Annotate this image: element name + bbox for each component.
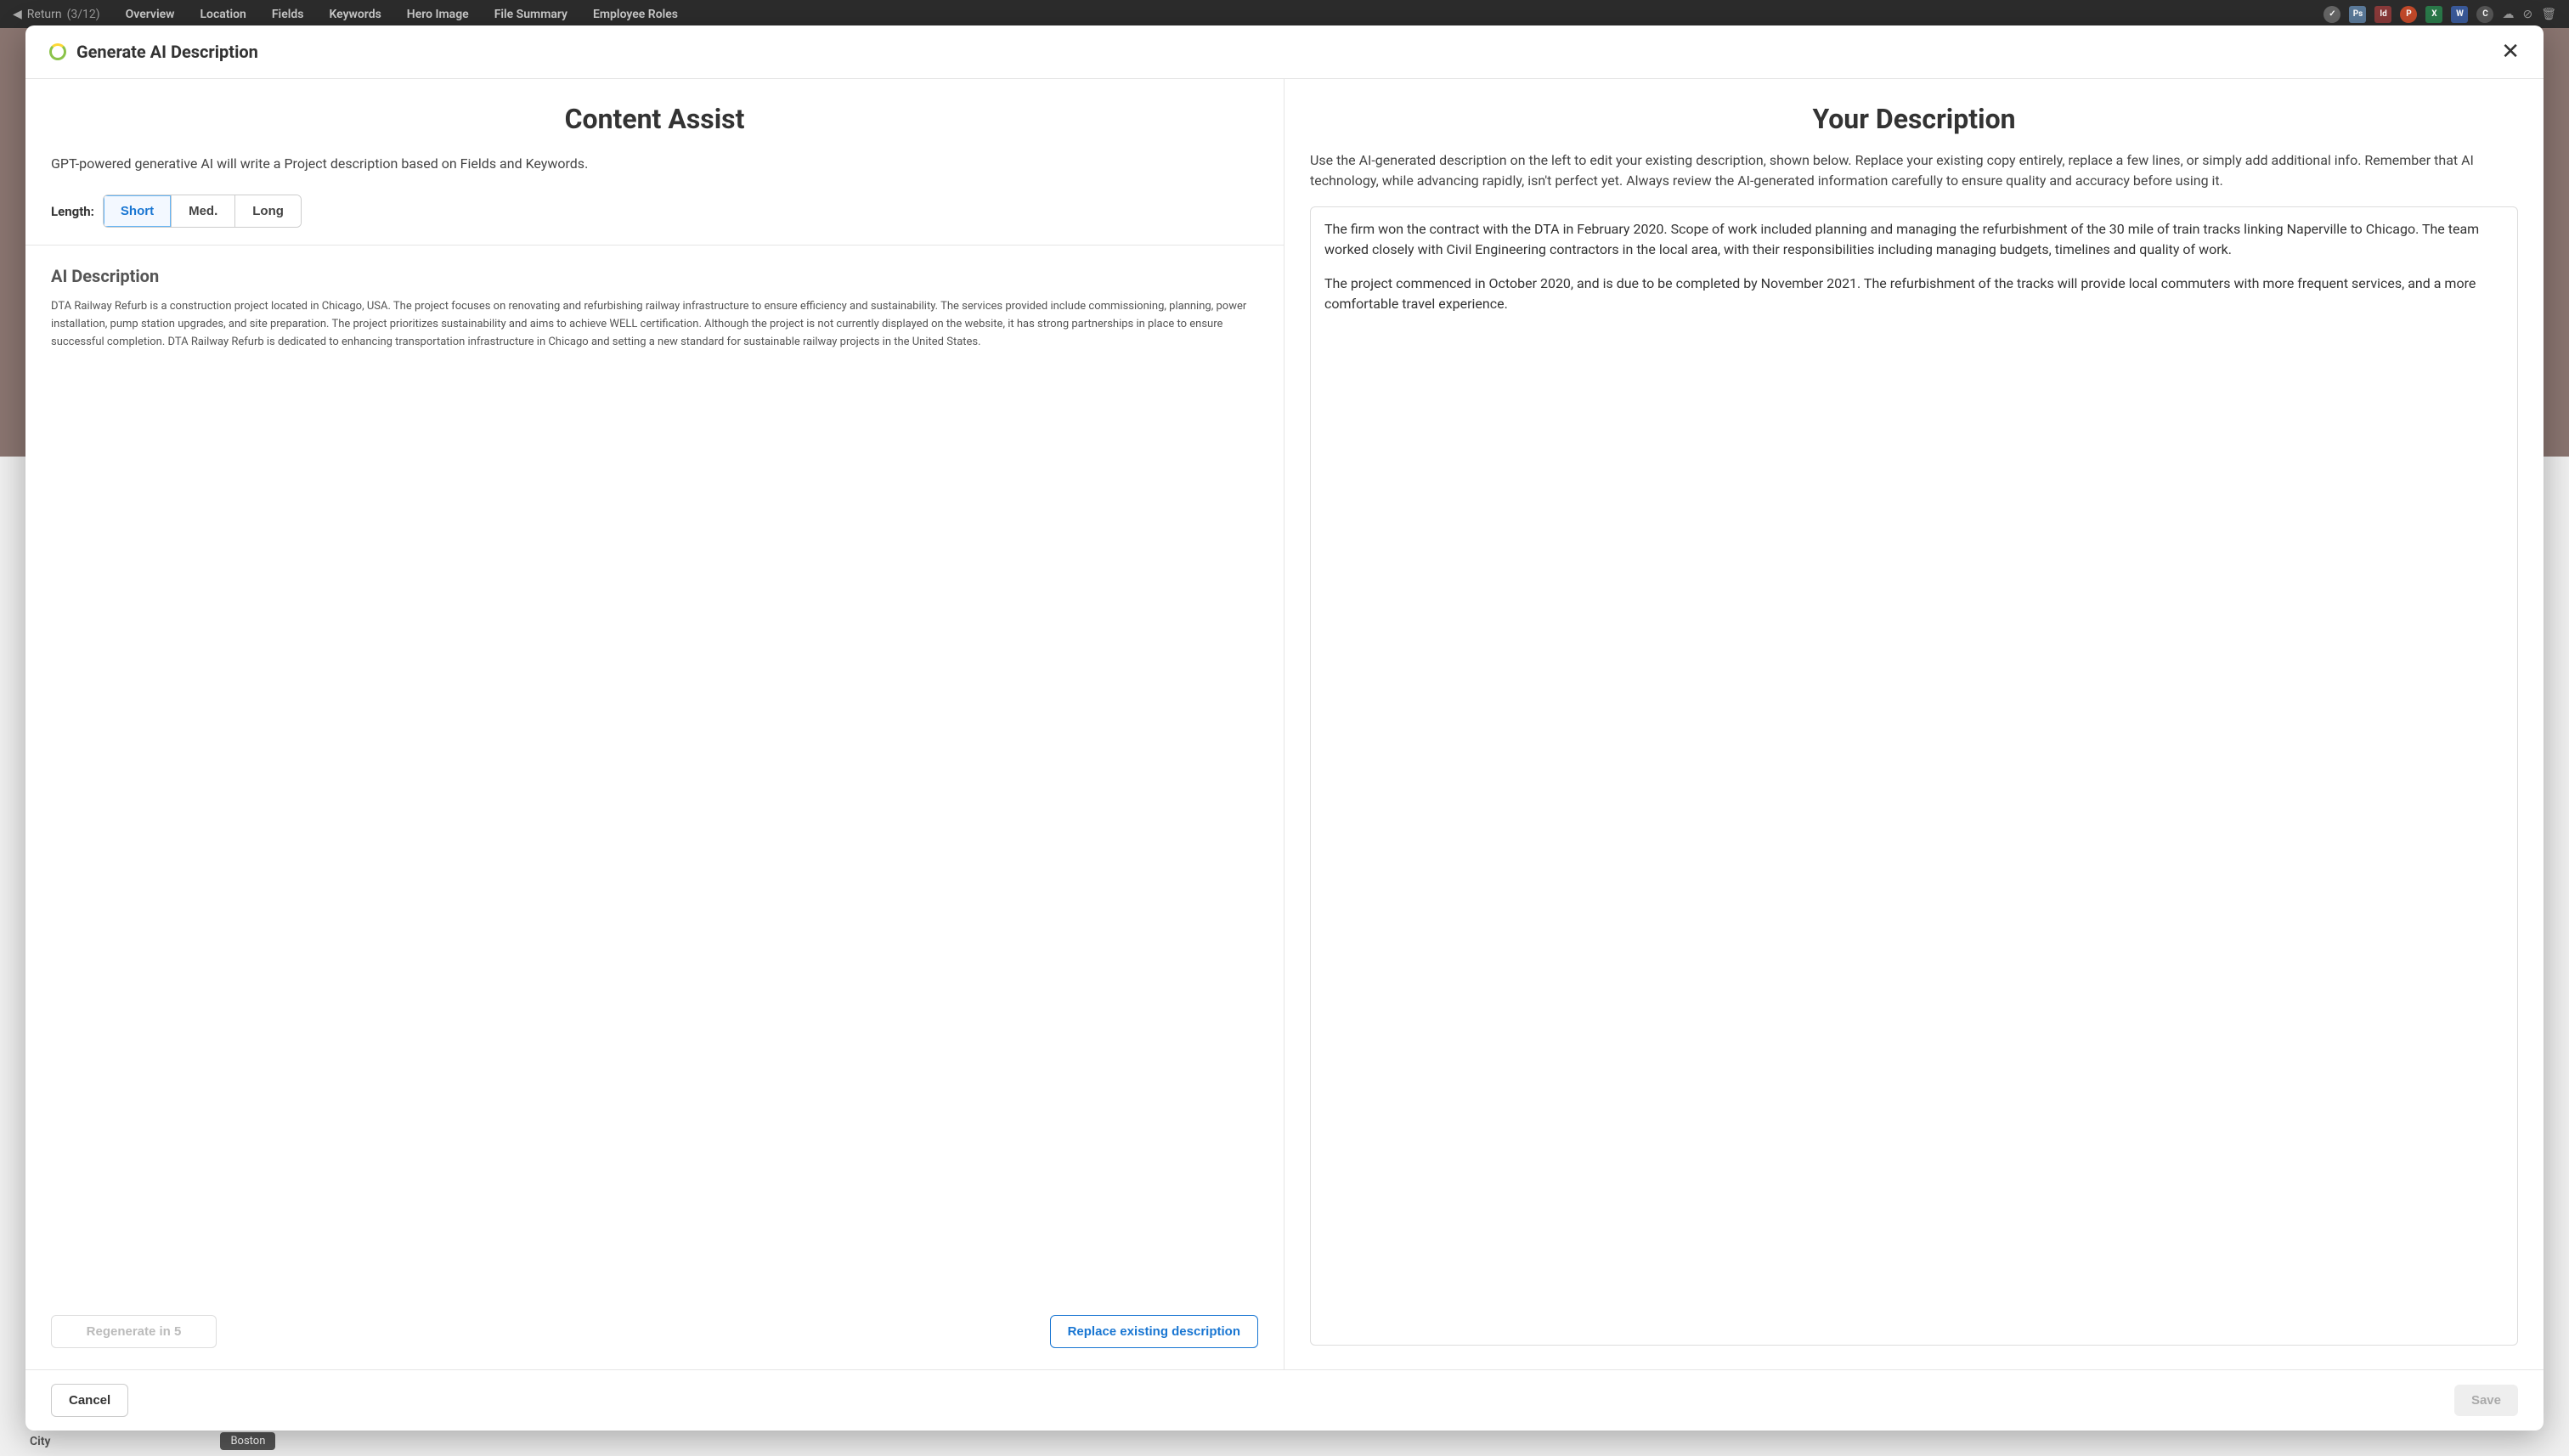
- tab-file-summary[interactable]: File Summary: [494, 8, 567, 21]
- word-icon[interactable]: W: [2451, 6, 2468, 23]
- return-link[interactable]: ◀ Return (3/12): [13, 8, 100, 21]
- background-city-row: City Boston: [0, 1426, 2569, 1456]
- your-description-heading: Your Description: [1310, 103, 2518, 135]
- length-med-button[interactable]: Med.: [172, 195, 235, 227]
- ai-description-section: AI Description DTA Railway Refurb is a c…: [25, 245, 1284, 1315]
- content-assist-heading: Content Assist: [51, 103, 1258, 135]
- tab-overview[interactable]: Overview: [126, 8, 175, 21]
- city-tag: Boston: [220, 1432, 275, 1450]
- your-description-instructions: Use the AI-generated description on the …: [1310, 150, 2518, 191]
- check-icon[interactable]: ✓: [2323, 6, 2340, 23]
- top-bar: ◀ Return (3/12) Overview Location Fields…: [0, 0, 2569, 28]
- left-panel: Content Assist GPT-powered generative AI…: [25, 79, 1284, 1369]
- right-panel: Your Description Use the AI-generated de…: [1284, 79, 2544, 1369]
- tab-hero-image[interactable]: Hero Image: [407, 8, 469, 21]
- description-paragraph-2: The project commenced in October 2020, a…: [1324, 274, 2504, 314]
- ban-icon[interactable]: ⊘: [2522, 8, 2532, 21]
- tab-keywords[interactable]: Keywords: [329, 8, 381, 21]
- return-arrow-icon: ◀: [13, 8, 22, 21]
- length-short-button[interactable]: Short: [104, 195, 172, 227]
- trash-icon[interactable]: 🗑: [2541, 8, 2556, 21]
- modal-title: Generate AI Description: [76, 42, 258, 62]
- length-row: Length: Short Med. Long: [51, 195, 1258, 228]
- cancel-button[interactable]: Cancel: [51, 1384, 128, 1417]
- modal-footer: Cancel Save: [25, 1369, 2544, 1431]
- close-icon[interactable]: ✕: [2501, 41, 2520, 63]
- length-label: Length:: [51, 204, 94, 219]
- app-logo-icon: [49, 43, 66, 60]
- circle-c-icon[interactable]: C: [2476, 6, 2493, 23]
- tab-employee-roles[interactable]: Employee Roles: [593, 8, 678, 21]
- photoshop-icon[interactable]: Ps: [2349, 6, 2366, 23]
- description-textarea[interactable]: The firm won the contract with the DTA i…: [1310, 206, 2518, 1346]
- modal-header: Generate AI Description ✕: [25, 25, 2544, 79]
- excel-icon[interactable]: X: [2425, 6, 2442, 23]
- content-assist-subtext: GPT-powered generative AI will write a P…: [51, 154, 1258, 174]
- powerpoint-icon[interactable]: P: [2400, 6, 2417, 23]
- modal-body: Content Assist GPT-powered generative AI…: [25, 79, 2544, 1369]
- nav-tabs: Overview Location Fields Keywords Hero I…: [126, 8, 678, 21]
- save-button: Save: [2454, 1385, 2518, 1416]
- length-long-button[interactable]: Long: [235, 195, 301, 227]
- tab-fields[interactable]: Fields: [272, 8, 304, 21]
- regenerate-button: Regenerate in 5: [51, 1315, 217, 1348]
- content-assist-header: Content Assist GPT-powered generative AI…: [25, 79, 1284, 245]
- tab-location[interactable]: Location: [200, 8, 246, 21]
- return-label: Return: [27, 8, 62, 21]
- return-count: (3/12): [67, 8, 100, 21]
- indesign-icon[interactable]: Id: [2374, 6, 2391, 23]
- top-bar-icons: ✓ Ps Id P X W C ☁ ⊘ 🗑: [2323, 6, 2556, 23]
- replace-description-button[interactable]: Replace existing description: [1050, 1315, 1258, 1348]
- city-label: City: [30, 1435, 50, 1448]
- ai-description-title: AI Description: [51, 266, 1258, 286]
- cloud-upload-icon[interactable]: ☁: [2502, 8, 2514, 21]
- description-paragraph-1: The firm won the contract with the DTA i…: [1324, 219, 2504, 260]
- left-footer: Regenerate in 5 Replace existing descrip…: [25, 1315, 1284, 1369]
- ai-description-text: DTA Railway Refurb is a construction pro…: [51, 298, 1258, 351]
- modal: Generate AI Description ✕ Content Assist…: [25, 25, 2544, 1431]
- length-segmented-control: Short Med. Long: [103, 195, 302, 228]
